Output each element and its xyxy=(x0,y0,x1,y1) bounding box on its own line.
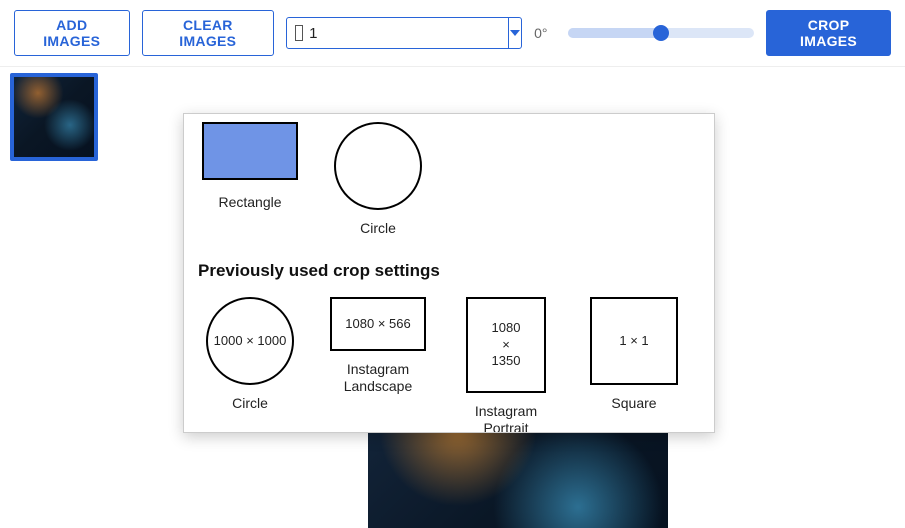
preset-shape-preview: 1000 × 1000 xyxy=(206,297,294,385)
add-images-button[interactable]: ADD IMAGES xyxy=(14,10,130,56)
thumbnail-item[interactable] xyxy=(10,73,98,161)
preset-label: Instagram Portrait xyxy=(454,403,558,433)
previous-settings-heading: Previously used crop settings xyxy=(198,261,700,281)
aspect-ratio-dropdown[interactable]: Rectangle Circle Previously used crop set… xyxy=(183,113,715,433)
preset-label: Instagram Landscape xyxy=(326,361,430,395)
crop-images-button[interactable]: CROP IMAGES xyxy=(766,10,891,56)
preset-dimension-text: 1 × 1 xyxy=(619,333,648,348)
crop-preset-option[interactable]: 1080 × 566 Instagram Landscape xyxy=(326,297,430,395)
preset-shape-preview: 1080×1350 xyxy=(466,297,546,393)
crop-preset-option[interactable]: 1 × 1 Square xyxy=(582,297,686,412)
clear-images-button[interactable]: CLEAR IMAGES xyxy=(142,10,275,56)
preset-dimension-text: 1000 × 1000 xyxy=(214,333,287,348)
crop-preset-option[interactable]: 1080×1350 Instagram Portrait xyxy=(454,297,558,433)
preset-label: Circle xyxy=(326,220,430,237)
preset-label: Rectangle xyxy=(198,194,302,211)
crop-preset-option[interactable]: Rectangle xyxy=(198,122,302,211)
rotation-slider[interactable] xyxy=(568,28,754,38)
rotation-value: 0° xyxy=(534,25,562,41)
rotation-control: 0° xyxy=(534,25,754,41)
crop-preset-option[interactable]: 1000 × 1000 Circle xyxy=(198,297,302,412)
preset-dimension-text: 1350 xyxy=(492,353,521,369)
thumbnail-image xyxy=(14,77,94,157)
preset-shape-preview xyxy=(202,122,298,180)
preset-shape-preview: 1080 × 566 xyxy=(330,297,426,351)
preset-dimension-text: 1080 xyxy=(492,320,521,336)
preset-shape-preview: 1 × 1 xyxy=(590,297,678,385)
toolbar: ADD IMAGES CLEAR IMAGES 0° CROP IMAGES xyxy=(0,0,905,66)
aspect-ratio-dropdown-toggle[interactable] xyxy=(508,18,521,48)
preset-shape-preview xyxy=(334,122,422,210)
caret-down-icon xyxy=(509,27,521,39)
thumbnail-sidebar[interactable] xyxy=(0,67,130,528)
aspect-ratio-input[interactable] xyxy=(309,25,508,42)
rotation-slider-fill xyxy=(568,28,661,38)
rotation-slider-thumb[interactable] xyxy=(653,25,669,41)
aspect-ratio-combobox[interactable] xyxy=(286,17,522,49)
content-area: Rectangle Circle Previously used crop set… xyxy=(0,66,905,528)
preset-dimension-text: 1080 × 566 xyxy=(345,316,410,331)
preset-dimension-text: × xyxy=(502,337,510,353)
aspect-ratio-swatch xyxy=(295,25,303,41)
crop-preset-option[interactable]: Circle xyxy=(326,122,430,237)
preset-label: Square xyxy=(582,395,686,412)
preset-label: Circle xyxy=(198,395,302,412)
